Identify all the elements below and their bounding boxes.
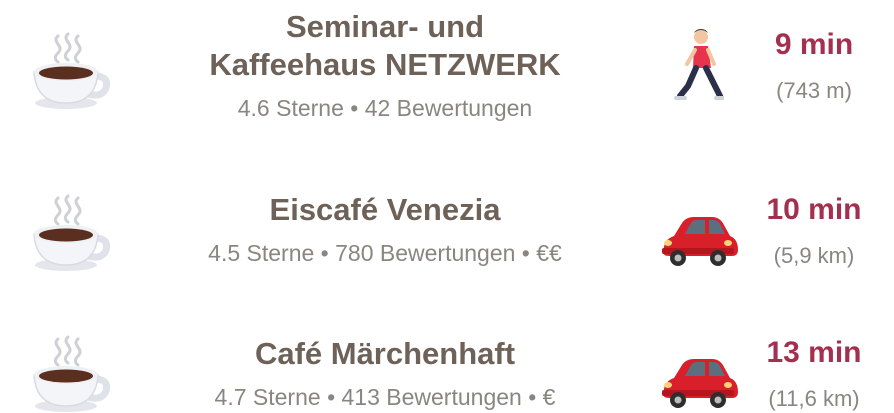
place-name: Eiscafé Venezia — [150, 191, 620, 229]
rating-meta: 4.6 Sterne • 42 Bewertungen — [237, 95, 533, 121]
travel-distance: (11,6 km) — [768, 386, 860, 411]
rating-meta: 4.5 Sterne • 780 Bewertungen • €€ — [208, 240, 562, 266]
car-icon — [658, 212, 738, 268]
coffee-cup-icon — [28, 32, 112, 110]
travel-info: 10 min (5,9 km) — [752, 193, 876, 269]
result-info: Café Märchenhaft 4.7 Sterne • 413 Bewert… — [150, 335, 620, 411]
place-name-line: Kaffeehaus NETZWERK — [209, 47, 561, 82]
travel-distance: (743 m) — [776, 78, 852, 103]
travel-info: 13 min (11,6 km) — [752, 336, 876, 412]
result-row[interactable]: Eiscafé Venezia 4.5 Sterne • 780 Bewertu… — [0, 140, 894, 280]
rating-meta: 4.7 Sterne • 413 Bewertungen • € — [214, 384, 556, 410]
result-info: Eiscafé Venezia 4.5 Sterne • 780 Bewertu… — [150, 191, 620, 267]
place-name: Seminar- und Kaffeehaus NETZWERK — [150, 8, 620, 84]
result-info: Seminar- und Kaffeehaus NETZWERK 4.6 Ste… — [150, 8, 620, 122]
coffee-cup-icon — [28, 194, 112, 272]
result-row[interactable]: Café Märchenhaft 4.7 Sterne • 413 Bewert… — [0, 280, 894, 412]
car-icon — [658, 354, 738, 410]
travel-info: 9 min (743 m) — [752, 28, 876, 104]
place-name-line: Café Märchenhaft — [254, 336, 516, 371]
walking-person-icon — [674, 28, 724, 104]
place-name-line: Eiscafé Venezia — [269, 192, 501, 227]
result-row[interactable]: Seminar- und Kaffeehaus NETZWERK 4.6 Ste… — [0, 0, 894, 140]
place-name-line: Seminar- und — [285, 9, 485, 44]
coffee-cup-icon — [28, 335, 112, 413]
travel-distance: (5,9 km) — [773, 243, 855, 268]
travel-time: 9 min — [774, 28, 854, 61]
travel-time: 13 min — [766, 336, 862, 369]
travel-time: 10 min — [766, 193, 862, 226]
place-name: Café Märchenhaft — [150, 335, 620, 373]
